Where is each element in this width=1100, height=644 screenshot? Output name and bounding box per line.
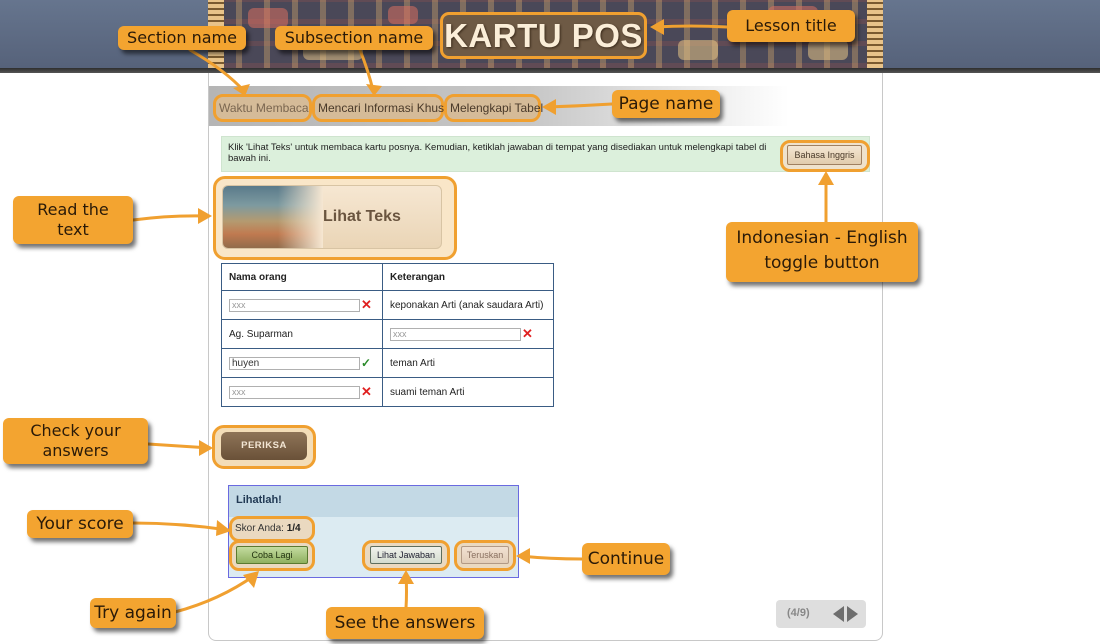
table-row: ✕ keponakan Arti (anak saudara Arti) xyxy=(221,290,554,320)
wrong-x-icon: ✕ xyxy=(361,297,372,312)
annotation-continue: Continue xyxy=(582,543,670,575)
annotation-check-answers: Check your answers xyxy=(3,418,148,464)
annotation-read-text: Read the text xyxy=(13,196,133,244)
lesson-title: KARTU POS xyxy=(440,12,647,59)
annotation-try-again: Try again xyxy=(90,598,176,628)
correct-check-icon: ✓ xyxy=(361,356,372,370)
wrong-x-icon: ✕ xyxy=(522,326,533,341)
column-header-name: Nama orang xyxy=(221,263,383,291)
annotation-page-name: Page name xyxy=(612,90,720,118)
answer-table: Nama orang Keterangan ✕ keponakan Arti (… xyxy=(221,263,554,407)
name-answer-input[interactable] xyxy=(229,356,360,370)
language-toggle-button[interactable]: Bahasa Inggris xyxy=(787,145,862,165)
annotation-language-toggle-line2: toggle button xyxy=(764,253,880,273)
name-cell: ✓ xyxy=(221,348,383,378)
table-header-row: Nama orang Keterangan xyxy=(221,263,554,291)
name-cell: ✕ xyxy=(221,290,383,320)
score-text: Skor Anda: 1/4 xyxy=(235,523,301,534)
description-cell: suami teman Arti xyxy=(382,377,554,407)
arrow-check-answers xyxy=(146,442,212,450)
annotation-your-score: Your score xyxy=(27,510,133,538)
check-answers-button[interactable]: PERIKSA xyxy=(221,432,307,460)
next-page-arrow-icon[interactable] xyxy=(847,606,858,622)
harbor-photo-thumbnail xyxy=(223,186,323,248)
feedback-title: Lihatlah! xyxy=(236,494,282,506)
instructions-text: Klik 'Lihat Teks' untuk membaca kartu po… xyxy=(228,142,767,164)
feedback-header: Lihatlah! xyxy=(229,486,518,517)
previous-page-arrow-icon[interactable] xyxy=(833,606,844,622)
annotation-subsection-name: Subsection name xyxy=(275,26,433,50)
annotation-see-answers: See the answers xyxy=(326,607,484,639)
annotation-check-answers-line1: Check your xyxy=(30,421,121,440)
description-cell: ✕ xyxy=(382,319,554,349)
table-row: ✓ teman Arti xyxy=(221,348,554,378)
annotation-lesson-title: Lesson title xyxy=(727,10,855,42)
description-answer-input[interactable] xyxy=(390,327,521,341)
annotation-read-text-line1: Read the xyxy=(37,200,109,219)
column-header-description: Keterangan xyxy=(382,263,554,291)
page-navigator: (4/9) xyxy=(776,600,866,628)
description-cell: keponakan Arti (anak saudara Arti) xyxy=(382,290,554,320)
score-value: 1/4 xyxy=(286,523,301,534)
annotation-check-answers-line2: answers xyxy=(42,441,109,460)
name-answer-input[interactable] xyxy=(229,385,360,399)
description-cell: teman Arti xyxy=(382,348,554,378)
annotation-read-text-line2: text xyxy=(57,220,89,239)
table-row: Ag. Suparman ✕ xyxy=(221,319,554,349)
breadcrumb-page: Melengkapi Tabel xyxy=(444,94,543,122)
table-row: ✕ suami teman Arti xyxy=(221,377,554,407)
breadcrumb-subsection[interactable]: Mencari Informasi Khusus xyxy=(312,94,457,122)
see-answers-button[interactable]: Lihat Jawaban xyxy=(370,546,442,564)
wrong-x-icon: ✕ xyxy=(361,384,372,399)
name-answer-input[interactable] xyxy=(229,298,360,312)
name-cell: ✕ xyxy=(221,377,383,407)
page-count: (4/9) xyxy=(787,607,810,619)
annotation-section-name: Section name xyxy=(118,26,246,50)
arrow-read-text xyxy=(131,214,210,222)
annotation-language-toggle-line1: Indonesian - English xyxy=(736,228,908,248)
annotation-language-toggle: Indonesian - English toggle button xyxy=(726,222,918,282)
name-cell: Ag. Suparman xyxy=(221,319,383,349)
view-text-button[interactable]: Lihat Teks xyxy=(222,185,442,249)
breadcrumb-section[interactable]: Waktu Membaca xyxy=(213,94,312,122)
view-text-label: Lihat Teks xyxy=(323,208,401,225)
try-again-button[interactable]: Coba Lagi xyxy=(236,546,308,564)
continue-button[interactable]: Teruskan xyxy=(461,546,509,564)
score-label: Skor Anda: xyxy=(235,523,284,534)
